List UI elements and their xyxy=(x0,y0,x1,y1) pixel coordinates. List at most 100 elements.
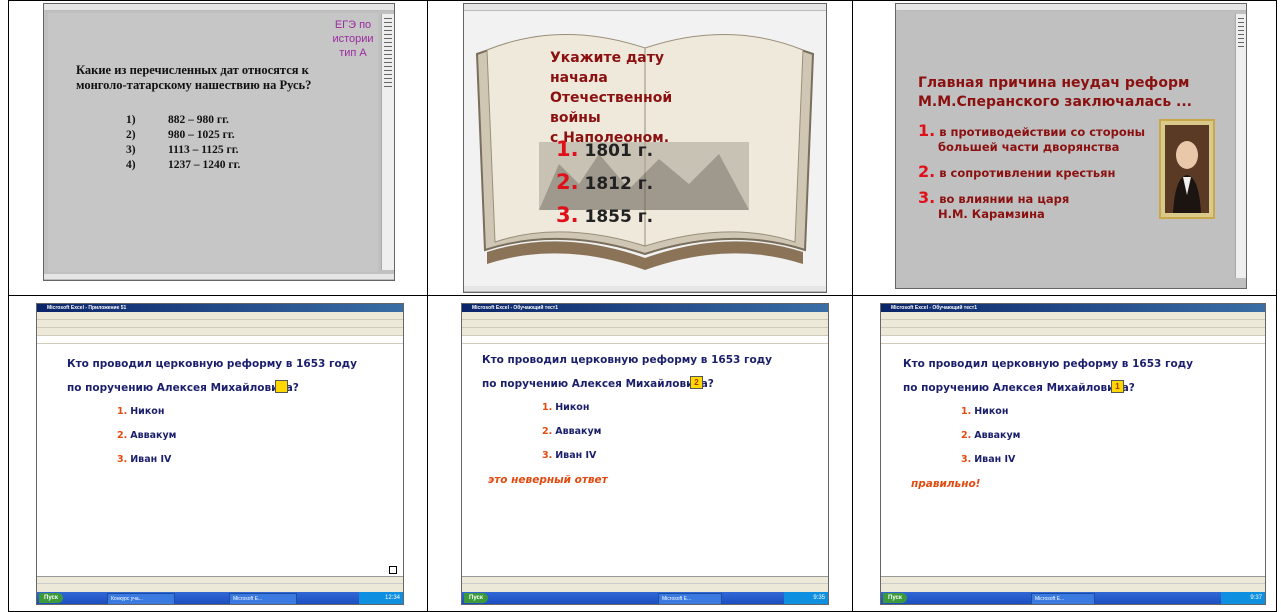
option-text: в противодействии со стороны xyxy=(939,125,1146,139)
answer-option[interactable]: 3. 1855 г. xyxy=(556,203,653,227)
question-line: по поручению Алексея Михайловича? xyxy=(903,382,1135,394)
standard-toolbar xyxy=(462,320,828,328)
menu-bar xyxy=(37,312,403,320)
formula-bar[interactable] xyxy=(37,336,403,344)
answer-option[interactable]: 1) 882 – 980 гг. xyxy=(126,113,240,128)
question-line: по поручению Алексея Михайловича? xyxy=(67,382,299,394)
option-number: 3) xyxy=(126,144,136,156)
taskbar-button[interactable]: Microsoft E... xyxy=(229,593,297,604)
question-line: Кто проводил церковную реформу в 1653 го… xyxy=(67,358,358,370)
system-clock: 12:34 xyxy=(359,592,403,604)
answer-option: 3. Иван IV xyxy=(117,454,171,465)
option-text: Аввакум xyxy=(130,430,177,441)
slide-heading: Главная причина неудач реформ М.М.Сперан… xyxy=(918,74,1218,112)
option-text: 1812 г. xyxy=(584,174,654,194)
grid-line xyxy=(852,0,853,612)
grid-line xyxy=(1276,0,1277,612)
worksheet: Кто проводил церковную реформу в 1653 го… xyxy=(37,350,403,576)
window-title: Microsoft Excel - Обучающий тест1 xyxy=(462,304,828,312)
option-number: 1) xyxy=(126,114,136,126)
taskbar-button[interactable]: Microsoft E... xyxy=(658,593,722,604)
option-number: 1. xyxy=(961,406,972,417)
taskbar-button[interactable]: Microsoft E... xyxy=(1031,593,1095,604)
answer-option: 3. Иван IV xyxy=(542,450,596,461)
worksheet: Кто проводил церковную реформу в 1653 го… xyxy=(462,350,828,576)
answer-option[interactable]: 1. в противодействии со стороны большей ча… xyxy=(918,121,1145,154)
option-number: 1. xyxy=(117,406,128,417)
grid-line xyxy=(8,0,1277,1)
vertical-scrollbar[interactable] xyxy=(1235,14,1246,278)
speransky-portrait xyxy=(1159,119,1215,219)
option-number: 1. xyxy=(918,121,936,140)
question-line: Укажите дату начала xyxy=(550,50,664,86)
slide-area: ЕГЭ по истории тип А Какие из перечислен… xyxy=(48,13,378,272)
option-text: Аввакум xyxy=(974,430,1021,441)
option-number: 2. xyxy=(117,430,128,441)
excel-window-correct: Microsoft Excel - Обучающий тест1 Кто пр… xyxy=(880,303,1266,605)
taskbar: Пуск Конкурс уча... Microsoft E... 12:34 xyxy=(37,592,403,604)
start-button[interactable]: Пуск xyxy=(464,593,488,603)
toolbar xyxy=(44,4,394,11)
option-text: Н.М. Карамзина xyxy=(938,207,1045,221)
vertical-scrollbar[interactable] xyxy=(381,14,394,270)
grid-line xyxy=(8,0,9,612)
question-line: Отечественной войны xyxy=(550,90,673,126)
start-button[interactable]: Пуск xyxy=(883,593,907,603)
question-text: Какие из перечисленных дат относятся к м… xyxy=(76,63,366,93)
excel-window-question: Microsoft Excel - Приложение 51 Кто пров… xyxy=(36,303,404,605)
option-text: 1801 г. xyxy=(584,141,654,161)
window-title: Microsoft Excel - Обучающий тест1 xyxy=(881,304,1265,312)
formatting-toolbar xyxy=(37,328,403,336)
answer-input-cell[interactable]: 1 xyxy=(1111,380,1124,393)
formula-bar[interactable] xyxy=(881,336,1265,344)
start-button[interactable]: Пуск xyxy=(39,593,63,603)
drawing-toolbar xyxy=(462,583,828,592)
option-number: 3. xyxy=(556,203,579,227)
feedback-message: правильно! xyxy=(911,478,981,490)
option-number: 2. xyxy=(918,162,936,181)
standard-toolbar xyxy=(881,320,1265,328)
taskbar-button[interactable]: Конкурс уча... xyxy=(107,593,175,604)
option-number: 1. xyxy=(556,137,579,161)
option-number: 3. xyxy=(918,188,936,207)
option-text: 882 – 980 гг. xyxy=(168,114,229,126)
option-number: 3. xyxy=(961,454,972,465)
option-text: Никон xyxy=(130,406,165,417)
answer-input-cell[interactable] xyxy=(275,380,288,393)
option-text: Иван IV xyxy=(130,454,172,465)
option-text: Аввакум xyxy=(555,426,602,437)
option-number: 1. xyxy=(542,402,553,413)
answer-option[interactable]: 2. 1812 г. xyxy=(556,170,653,194)
worksheet: Кто проводил церковную реформу в 1653 го… xyxy=(881,350,1265,576)
answer-option[interactable]: 4) 1237 – 1240 гг. xyxy=(126,158,240,173)
menu-bar xyxy=(881,312,1265,320)
option-number: 3. xyxy=(542,450,553,461)
answer-option: 1. Никон xyxy=(961,406,1008,417)
answer-option: 2. Аввакум xyxy=(542,426,601,437)
answer-option[interactable]: 3. во влиянии на царя Н.М. Карамзина xyxy=(918,188,1069,221)
option-text: Иван IV xyxy=(974,454,1016,465)
option-number: 2. xyxy=(556,170,579,194)
answer-option[interactable]: 1. 1801 г. xyxy=(556,137,653,161)
answer-option[interactable]: 2) 980 – 1025 гг. xyxy=(126,128,240,143)
status-bar xyxy=(44,274,394,280)
option-text: 1113 – 1125 гг. xyxy=(168,144,239,156)
drawing-toolbar xyxy=(37,583,403,592)
answer-option[interactable]: 2. в сопротивлении крестьян xyxy=(918,162,1116,181)
answer-option: 1. Никон xyxy=(117,406,164,417)
option-text: во влиянии на царя xyxy=(939,192,1070,206)
answer-options: 1) 882 – 980 гг. 2) 980 – 1025 гг. 3) 1113 … xyxy=(126,113,240,173)
option-text: Никон xyxy=(974,406,1009,417)
question-line: монголо-татарскому нашествию на Русь? xyxy=(76,78,312,92)
excel-window-wrong: Microsoft Excel - Обучающий тест1 Кто пр… xyxy=(461,303,829,605)
answer-option[interactable]: 3) 1113 – 1125 гг. xyxy=(126,143,240,158)
answer-input-cell[interactable]: 2 xyxy=(690,376,703,389)
option-number: 2) xyxy=(126,129,136,141)
heading-line: М.М.Сперанского заключалась ... xyxy=(918,94,1192,110)
slide-panel-speransky: Главная причина неудач реформ М.М.Сперан… xyxy=(895,3,1247,289)
option-text: Иван IV xyxy=(555,450,597,461)
formula-bar[interactable] xyxy=(462,336,828,344)
slides-grid: ЕГЭ по истории тип А Какие из перечислен… xyxy=(0,0,1281,612)
toolbar xyxy=(464,4,826,11)
formatting-toolbar xyxy=(881,328,1265,336)
